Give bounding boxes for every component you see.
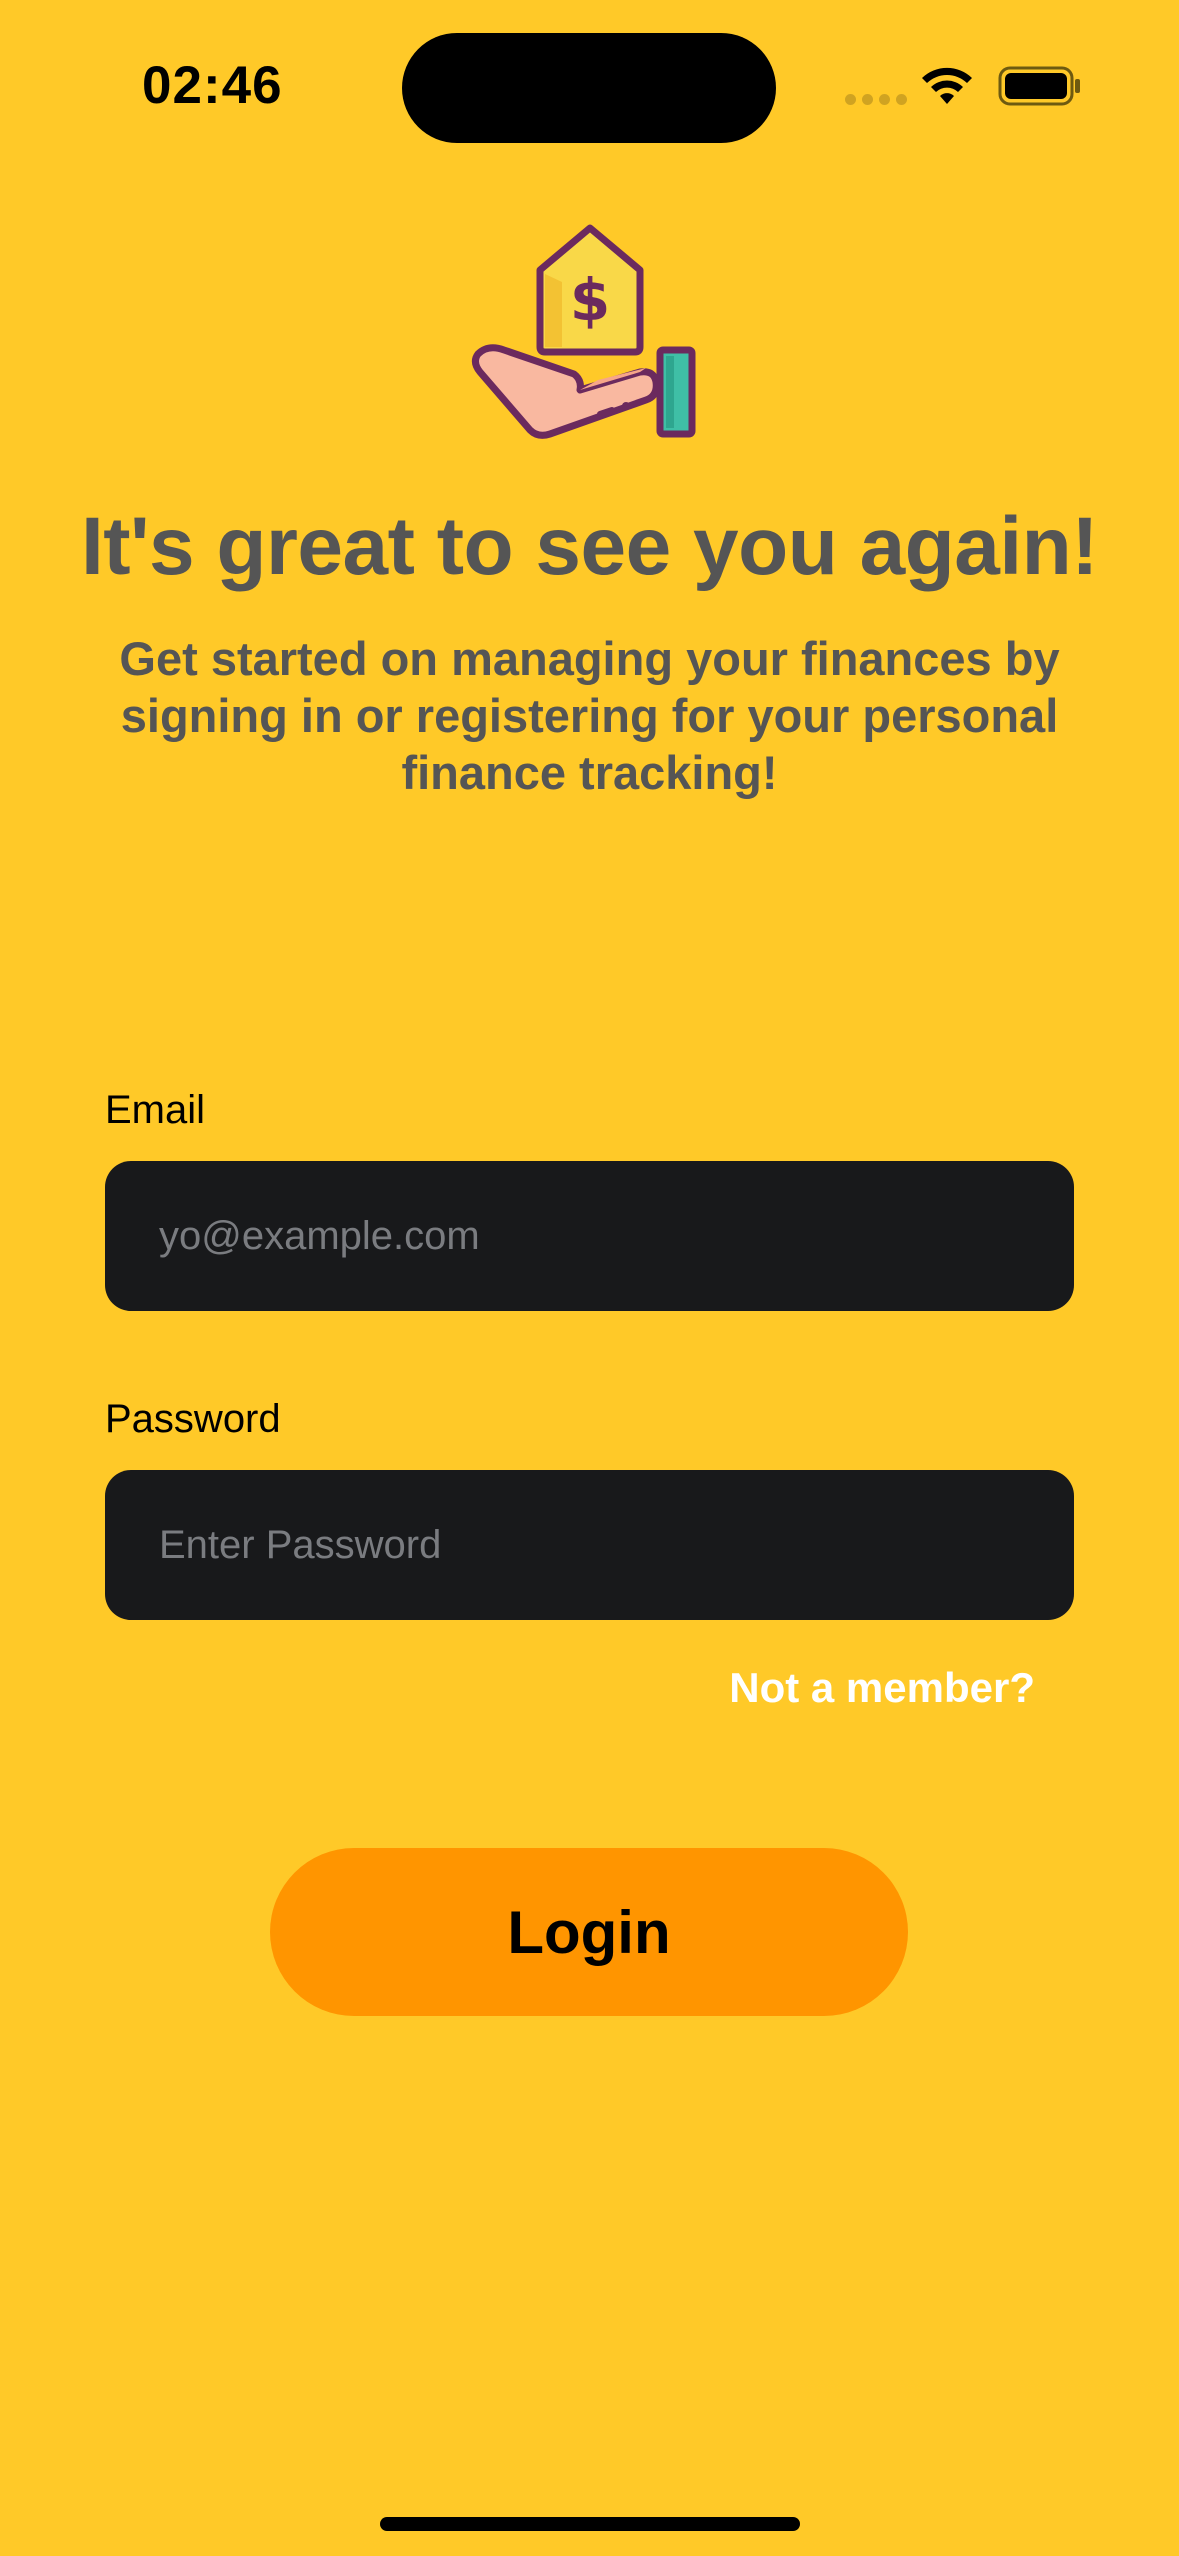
email-field[interactable] (157, 1212, 1074, 1260)
not-a-member-link[interactable]: Not a member? (700, 1664, 1035, 1712)
status-time: 02:46 (142, 56, 283, 115)
svg-text:$: $ (570, 266, 610, 334)
password-label: Password (105, 1397, 281, 1441)
email-label: Email (105, 1088, 206, 1132)
password-field-container[interactable] (105, 1470, 1074, 1620)
email-field-container[interactable] (105, 1161, 1074, 1311)
password-field[interactable] (157, 1521, 1074, 1569)
hand-holding-money-tag-icon: $ (471, 224, 696, 439)
cellular-signal-icon (845, 94, 907, 105)
login-button[interactable]: Login (270, 1848, 908, 2016)
battery-icon (998, 66, 1080, 106)
wifi-icon (922, 67, 972, 104)
status-bar: 02:46 (0, 0, 1179, 170)
dynamic-island (402, 33, 776, 143)
page-subtitle: Get started on managing your finances by… (119, 632, 1060, 799)
home-indicator[interactable] (380, 2517, 800, 2531)
page-title: It's great to see you again! (80, 501, 1099, 592)
